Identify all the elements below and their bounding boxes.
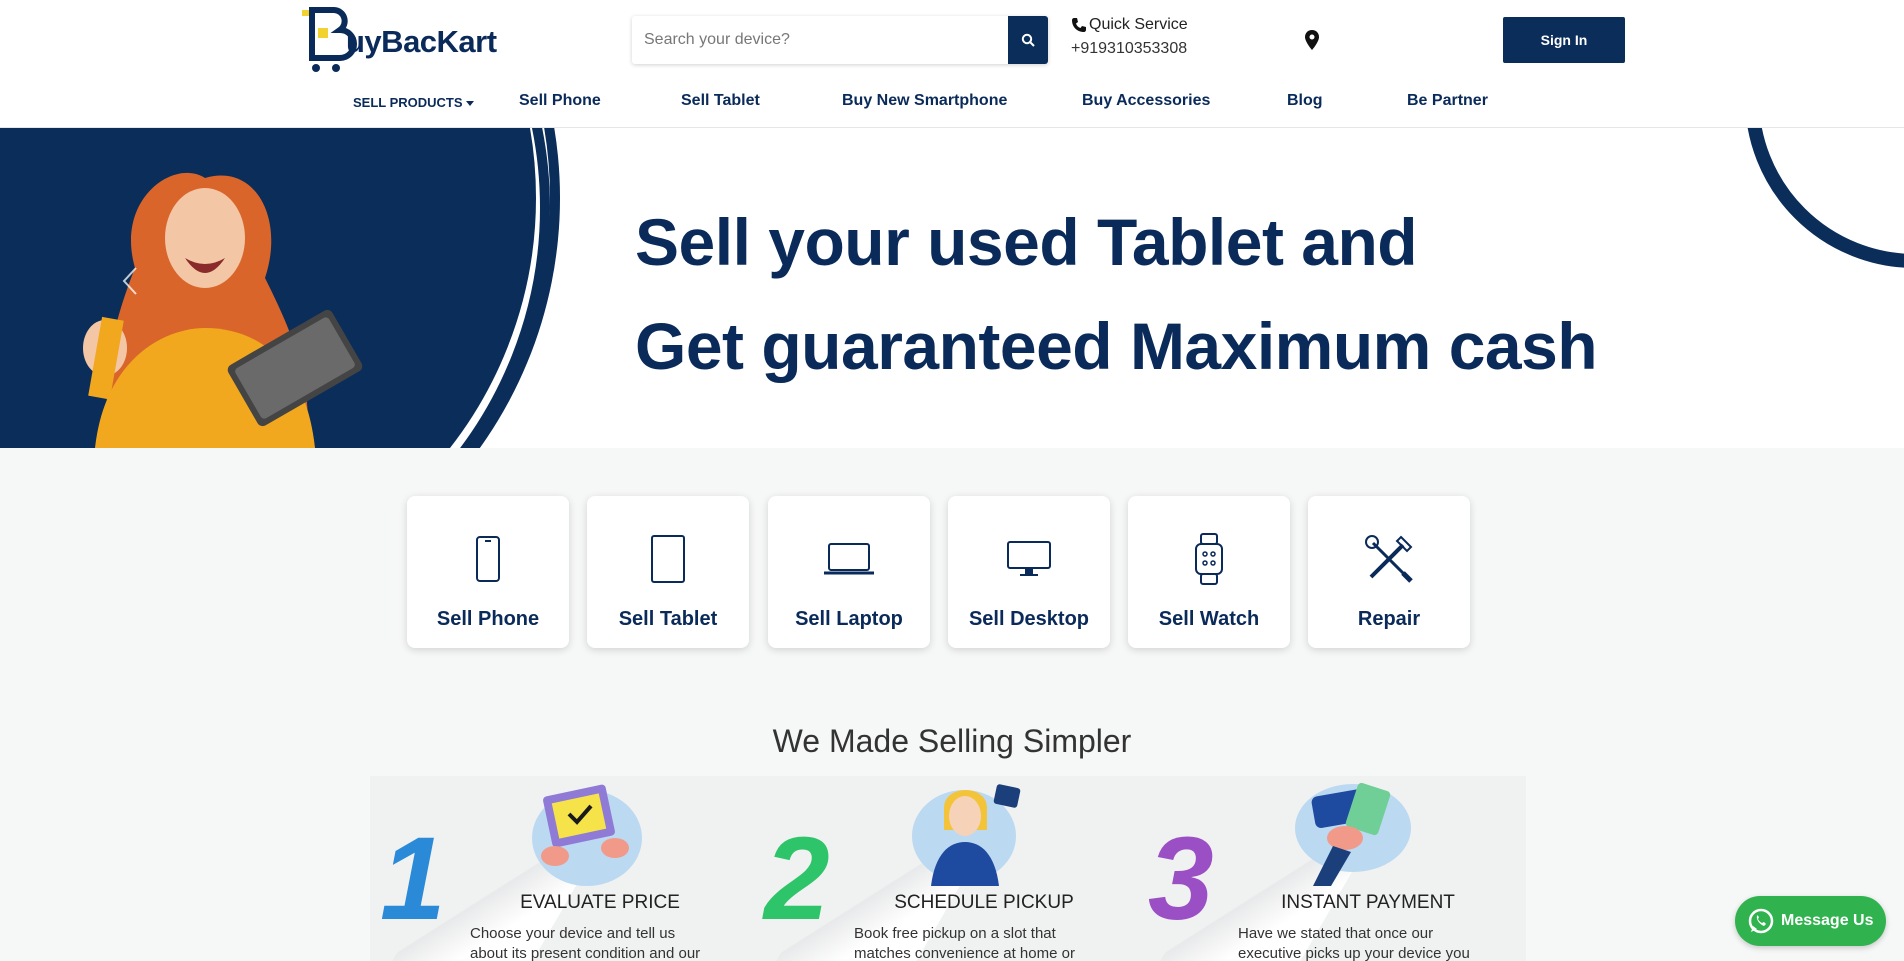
card-label: Sell Watch — [1158, 608, 1260, 630]
card-sell-tablet[interactable]: Sell Tablet — [587, 496, 749, 648]
phone-handset-icon — [1072, 18, 1086, 32]
nav-blog[interactable]: Blog — [1287, 92, 1323, 110]
whatsapp-icon — [1748, 908, 1774, 934]
caret-down-icon — [465, 101, 474, 107]
payment-illustration-icon — [1295, 782, 1411, 886]
step-desc: Book free pickup on a slot that matches … — [854, 925, 1075, 961]
location-icon[interactable] — [1305, 30, 1319, 55]
banner-corner-ring — [1745, 128, 1904, 268]
card-repair[interactable]: Repair — [1308, 496, 1470, 648]
pickup-illustration-icon — [912, 784, 1021, 886]
nav-sell-products[interactable]: SELL PRODUCTS — [353, 95, 474, 110]
evaluate-illustration-icon — [532, 784, 642, 886]
carousel-prev-icon[interactable] — [122, 266, 138, 296]
laptop-icon — [824, 543, 874, 575]
step-number: 2 — [764, 813, 830, 945]
step-instant-payment: 3 INSTANT PAYMENT Have we stated that on… — [1138, 776, 1508, 961]
category-cards: Sell Phone Sell Tablet Sell Laptop Sell … — [407, 496, 1471, 648]
quick-service: Quick Service +919310353308 — [1071, 16, 1188, 58]
quick-service-phone[interactable]: +919310353308 — [1071, 40, 1188, 58]
hero-person-image — [83, 172, 363, 448]
step-desc: Have we stated that once our executive p… — [1238, 925, 1470, 961]
logo[interactable]: uyBacKart — [300, 6, 500, 72]
step-number: 3 — [1148, 813, 1214, 945]
card-sell-laptop[interactable]: Sell Laptop — [768, 496, 930, 648]
card-sell-desktop[interactable]: Sell Desktop — [948, 496, 1110, 648]
banner-line-2: Get guaranteed Maximum cash — [635, 309, 1598, 383]
step-title: INSTANT PAYMENT — [1281, 892, 1455, 913]
search-input[interactable] — [632, 16, 1008, 64]
card-label: Repair — [1357, 608, 1421, 630]
card-label: Sell Phone — [436, 608, 540, 630]
nav-buy-accessories[interactable]: Buy Accessories — [1082, 92, 1210, 110]
main-nav: SELL PRODUCTS Sell Phone Sell Tablet Buy… — [0, 92, 1904, 116]
nav-buy-new-smartphone[interactable]: Buy New Smartphone — [842, 92, 1007, 110]
quick-service-label: Quick Service — [1089, 16, 1188, 33]
step-desc: Choose your device and tell us about its… — [470, 925, 701, 961]
step-evaluate-price: 1 EVALUATE PRICE Choose your device and … — [370, 776, 740, 961]
step-schedule-pickup: 2 SCHEDULE PICKUP Book free pickup on a … — [754, 776, 1124, 961]
banner-line-1: Sell your used Tablet and — [635, 205, 1418, 279]
nav-sell-phone[interactable]: Sell Phone — [519, 92, 601, 110]
sign-in-button[interactable]: Sign In — [1503, 17, 1625, 63]
card-sell-phone[interactable]: Sell Phone — [407, 496, 569, 648]
nav-be-partner[interactable]: Be Partner — [1407, 92, 1488, 110]
section-title: We Made Selling Simpler — [772, 723, 1132, 759]
whatsapp-message-button[interactable]: Message Us — [1735, 896, 1886, 946]
hero-banner: Sell your used Tablet and Get guaranteed… — [0, 128, 1904, 448]
watch-icon — [1195, 533, 1223, 585]
search-bar — [632, 16, 1048, 64]
search-button[interactable] — [1008, 16, 1048, 64]
card-label: Sell Tablet — [618, 608, 718, 630]
card-label: Sell Laptop — [795, 608, 903, 630]
whatsapp-label: Message Us — [1781, 912, 1874, 929]
logo-text: uyBacKart — [346, 24, 497, 59]
card-label: Sell Desktop — [968, 608, 1090, 630]
step-title: SCHEDULE PICKUP — [894, 892, 1074, 913]
card-sell-watch[interactable]: Sell Watch — [1128, 496, 1290, 648]
site-header: uyBacKart Quick Service +919310353308 — [0, 0, 1904, 128]
nav-sell-products-label: SELL PRODUCTS — [353, 95, 463, 110]
nav-sell-tablet[interactable]: Sell Tablet — [681, 92, 760, 110]
step-title: EVALUATE PRICE — [520, 892, 680, 913]
banner-headline: Sell your used Tablet and Get guaranteed… — [635, 190, 1598, 398]
desktop-icon — [1007, 541, 1051, 576]
step-number: 1 — [380, 813, 446, 945]
search-icon — [1021, 33, 1035, 47]
phone-icon — [476, 536, 500, 582]
tools-icon — [1365, 535, 1413, 583]
tablet-icon — [651, 535, 685, 583]
